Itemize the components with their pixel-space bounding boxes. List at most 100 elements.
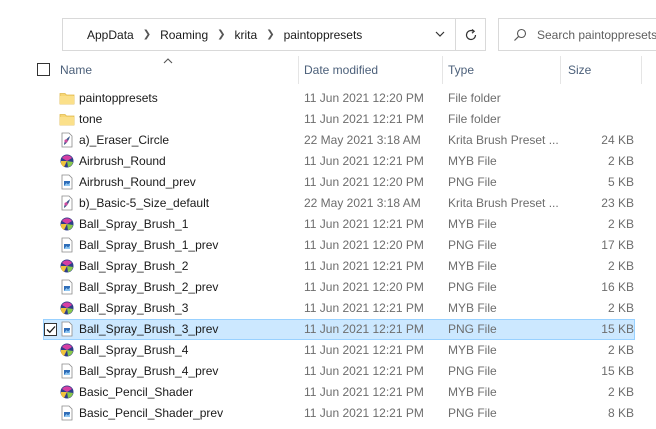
file-name: Basic_Pencil_Shader <box>79 385 194 399</box>
file-date-modified: 11 Jun 2021 12:21 PM <box>304 364 424 378</box>
myb-file-icon <box>59 216 75 232</box>
file-row[interactable]: Ball_Spray_Brush_2_prev 11 Jun 2021 12:20… <box>0 277 656 298</box>
file-type: MYB File <box>448 217 497 231</box>
png-file-icon <box>59 363 75 379</box>
file-row[interactable]: Ball_Spray_Brush_1_prev 11 Jun 2021 12:20… <box>0 235 656 256</box>
file-name: Ball_Spray_Brush_3_prev <box>79 322 219 336</box>
column-divider[interactable] <box>560 56 561 84</box>
file-date-modified: 11 Jun 2021 12:21 PM <box>304 112 424 126</box>
myb-file-icon <box>59 300 75 316</box>
breadcrumb: AppData ❯ Roaming ❯ krita ❯ paintopprese… <box>87 19 362 50</box>
breadcrumb-paintoppresets[interactable]: paintoppresets <box>284 28 363 42</box>
krita-file-icon <box>59 132 75 148</box>
breadcrumb-separator-icon[interactable]: ❯ <box>266 29 274 40</box>
file-row[interactable]: Ball_Spray_Brush_2 11 Jun 2021 12:21 PM MY… <box>0 256 656 277</box>
file-size: 2 KB <box>607 385 634 399</box>
file-size: 2 KB <box>607 301 634 315</box>
file-type: File folder <box>448 112 501 126</box>
column-divider[interactable] <box>298 56 299 84</box>
file-type: PNG File <box>448 406 497 420</box>
file-row[interactable]: Ball_Spray_Brush_3_prev 11 Jun 2021 12:21… <box>0 319 656 340</box>
file-type: PNG File <box>448 364 497 378</box>
checkmark-icon <box>46 326 55 334</box>
file-row[interactable]: Airbrush_Round 11 Jun 2021 12:21 PM MYB Fi… <box>0 151 656 172</box>
file-row[interactable]: Basic_Pencil_Shader_prev 11 Jun 2021 12:2… <box>0 403 656 424</box>
file-row[interactable]: tone 11 Jun 2021 12:21 PM File folder <box>0 109 656 130</box>
file-size: 2 KB <box>607 154 634 168</box>
file-row[interactable]: Ball_Spray_Brush_4_prev 11 Jun 2021 12:21… <box>0 361 656 382</box>
breadcrumb-separator-icon[interactable]: ❯ <box>143 29 151 40</box>
column-divider[interactable] <box>641 56 642 84</box>
file-size <box>566 88 634 109</box>
file-type: MYB File <box>448 259 497 273</box>
png-file-icon <box>59 321 75 337</box>
file-type: PNG File <box>448 322 497 336</box>
myb-file-icon <box>59 342 75 358</box>
file-date-modified: 11 Jun 2021 12:20 PM <box>304 280 424 294</box>
file-name: Ball_Spray_Brush_4 <box>79 343 189 357</box>
file-row[interactable]: Ball_Spray_Brush_4 11 Jun 2021 12:21 PM MY… <box>0 340 656 361</box>
file-row[interactable]: Ball_Spray_Brush_1 11 Jun 2021 12:21 PM MY… <box>0 214 656 235</box>
file-size: 15 KB <box>601 322 634 336</box>
file-row[interactable]: Ball_Spray_Brush_3 11 Jun 2021 12:21 PM MY… <box>0 298 656 319</box>
search-icon <box>513 28 527 42</box>
file-type: MYB File <box>448 301 497 315</box>
file-size: 5 KB <box>607 175 634 189</box>
refresh-button[interactable] <box>456 18 486 51</box>
breadcrumb-krita[interactable]: krita <box>235 28 258 42</box>
file-date-modified: 11 Jun 2021 12:20 PM <box>304 238 424 252</box>
file-name: Ball_Spray_Brush_1 <box>79 217 189 231</box>
address-dropdown-icon[interactable] <box>435 28 445 40</box>
file-name: Airbrush_Round_prev <box>79 175 196 189</box>
search-box[interactable]: Search paintoppresets <box>498 18 656 51</box>
file-date-modified: 11 Jun 2021 12:21 PM <box>304 154 424 168</box>
file-type: PNG File <box>448 280 497 294</box>
file-name: Ball_Spray_Brush_3 <box>79 301 189 315</box>
file-name: a)_Eraser_Circle <box>79 133 170 147</box>
file-name: paintoppresets <box>79 91 158 105</box>
file-size: 15 KB <box>601 364 634 378</box>
file-list: paintoppresets 11 Jun 2021 12:20 PM File f… <box>0 88 656 424</box>
file-type: MYB File <box>448 154 497 168</box>
column-divider[interactable] <box>442 56 443 84</box>
file-type: Krita Brush Preset ... <box>448 133 558 147</box>
file-name: tone <box>79 112 103 126</box>
column-date-modified[interactable]: Date modified <box>304 56 378 84</box>
file-name: Airbrush_Round <box>79 154 166 168</box>
file-date-modified: 11 Jun 2021 12:20 PM <box>304 91 424 105</box>
file-name: Ball_Spray_Brush_2_prev <box>79 280 219 294</box>
breadcrumb-roaming[interactable]: Roaming <box>160 28 208 42</box>
file-row[interactable]: a)_Eraser_Circle 22 May 2021 3:18 AM Krita… <box>0 130 656 151</box>
file-row[interactable]: Airbrush_Round_prev 11 Jun 2021 12:20 PM P… <box>0 172 656 193</box>
file-date-modified: 11 Jun 2021 12:21 PM <box>304 259 424 273</box>
breadcrumb-separator-icon[interactable]: ❯ <box>217 29 225 40</box>
column-name[interactable]: Name <box>60 56 92 84</box>
search-input[interactable]: Search paintoppresets <box>537 28 656 42</box>
file-date-modified: 11 Jun 2021 12:21 PM <box>304 406 424 420</box>
file-size: 2 KB <box>607 217 634 231</box>
column-type[interactable]: Type <box>448 56 474 84</box>
sort-ascending-icon <box>163 54 173 68</box>
select-all-checkbox[interactable] <box>37 63 50 76</box>
myb-file-icon <box>59 384 75 400</box>
file-size: 17 KB <box>601 238 634 252</box>
folder-file-icon <box>59 90 75 106</box>
file-name: Ball_Spray_Brush_2 <box>79 259 189 273</box>
file-size <box>566 109 634 130</box>
file-row[interactable]: b)_Basic-5_Size_default 22 May 2021 3:18 … <box>0 193 656 214</box>
address-bar[interactable]: AppData ❯ Roaming ❯ krita ❯ paintopprese… <box>62 18 456 51</box>
file-size: 2 KB <box>607 259 634 273</box>
row-checkbox[interactable] <box>44 323 57 336</box>
file-type: MYB File <box>448 343 497 357</box>
file-type: MYB File <box>448 385 497 399</box>
breadcrumb-appdata[interactable]: AppData <box>87 28 134 42</box>
column-size[interactable]: Size <box>568 56 591 84</box>
file-name: Ball_Spray_Brush_4_prev <box>79 364 219 378</box>
png-file-icon <box>59 279 75 295</box>
file-type: Krita Brush Preset ... <box>448 196 558 210</box>
file-row[interactable]: Basic_Pencil_Shader 11 Jun 2021 12:21 PM M… <box>0 382 656 403</box>
file-row[interactable]: paintoppresets 11 Jun 2021 12:20 PM File f… <box>0 88 656 109</box>
refresh-icon <box>465 28 476 40</box>
png-file-icon <box>59 405 75 421</box>
file-name: b)_Basic-5_Size_default <box>79 196 210 210</box>
